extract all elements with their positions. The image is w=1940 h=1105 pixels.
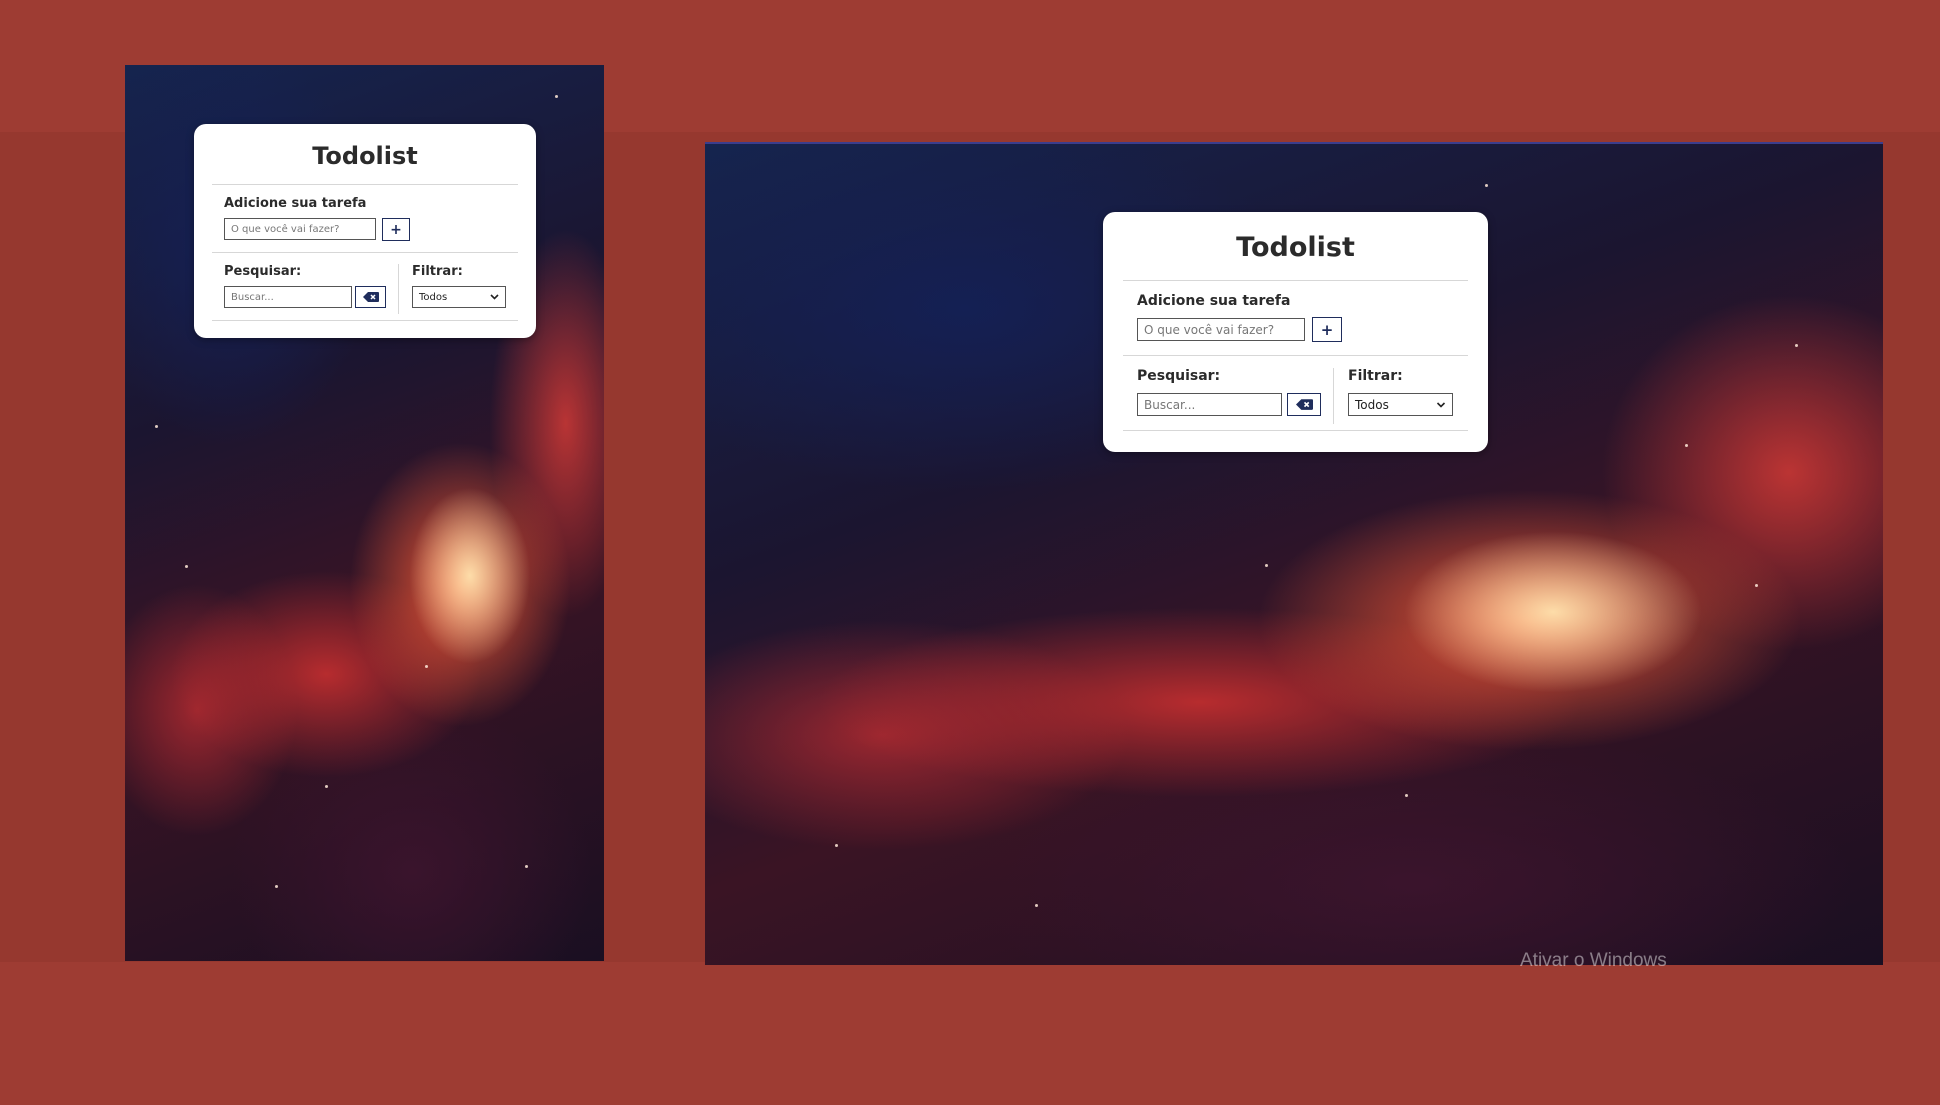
backspace-icon bbox=[362, 292, 379, 302]
task-input-placeholder: O que você vai fazer? bbox=[1144, 322, 1275, 337]
filter-selected-option: Todos bbox=[419, 291, 448, 303]
filter-select[interactable]: Todos bbox=[1348, 393, 1453, 416]
add-task-label: Adicione sua tarefa bbox=[224, 196, 367, 211]
todo-card: Todolist Adicione sua tarefa O que você … bbox=[1103, 212, 1488, 452]
app-title: Todolist bbox=[312, 142, 418, 170]
filter-selected-option: Todos bbox=[1355, 397, 1389, 412]
mobile-preview: Todolist Adicione sua tarefa O que você … bbox=[125, 65, 604, 961]
add-task-button-label: + bbox=[1320, 320, 1334, 339]
backspace-icon bbox=[1295, 399, 1313, 410]
search-input[interactable]: Buscar... bbox=[1137, 393, 1282, 416]
search-input-placeholder: Buscar... bbox=[231, 291, 274, 303]
filter-select[interactable]: Todos bbox=[412, 286, 506, 308]
add-task-button-label: + bbox=[390, 221, 402, 238]
desktop-preview: Todolist Adicione sua tarefa O que você … bbox=[705, 142, 1883, 965]
activate-windows-watermark: Ativar o Windows bbox=[1520, 950, 1667, 971]
task-input-placeholder: O que você vai fazer? bbox=[231, 223, 340, 235]
chevron-down-icon bbox=[1436, 401, 1446, 408]
clear-search-button[interactable] bbox=[1287, 393, 1321, 416]
chevron-down-icon bbox=[490, 294, 499, 300]
search-label: Pesquisar: bbox=[224, 264, 302, 279]
clear-search-button[interactable] bbox=[355, 286, 386, 308]
search-label: Pesquisar: bbox=[1137, 368, 1221, 384]
app-title: Todolist bbox=[1236, 232, 1355, 263]
add-task-label: Adicione sua tarefa bbox=[1137, 293, 1291, 309]
filter-label: Filtrar: bbox=[1348, 368, 1403, 384]
search-input-placeholder: Buscar... bbox=[1144, 397, 1196, 412]
add-task-button[interactable]: + bbox=[382, 218, 410, 241]
filter-label: Filtrar: bbox=[412, 264, 463, 279]
todo-card: Todolist Adicione sua tarefa O que você … bbox=[194, 124, 536, 338]
task-input[interactable]: O que você vai fazer? bbox=[224, 218, 376, 240]
add-task-button[interactable]: + bbox=[1312, 317, 1342, 342]
task-input[interactable]: O que você vai fazer? bbox=[1137, 318, 1305, 341]
search-input[interactable]: Buscar... bbox=[224, 286, 352, 308]
